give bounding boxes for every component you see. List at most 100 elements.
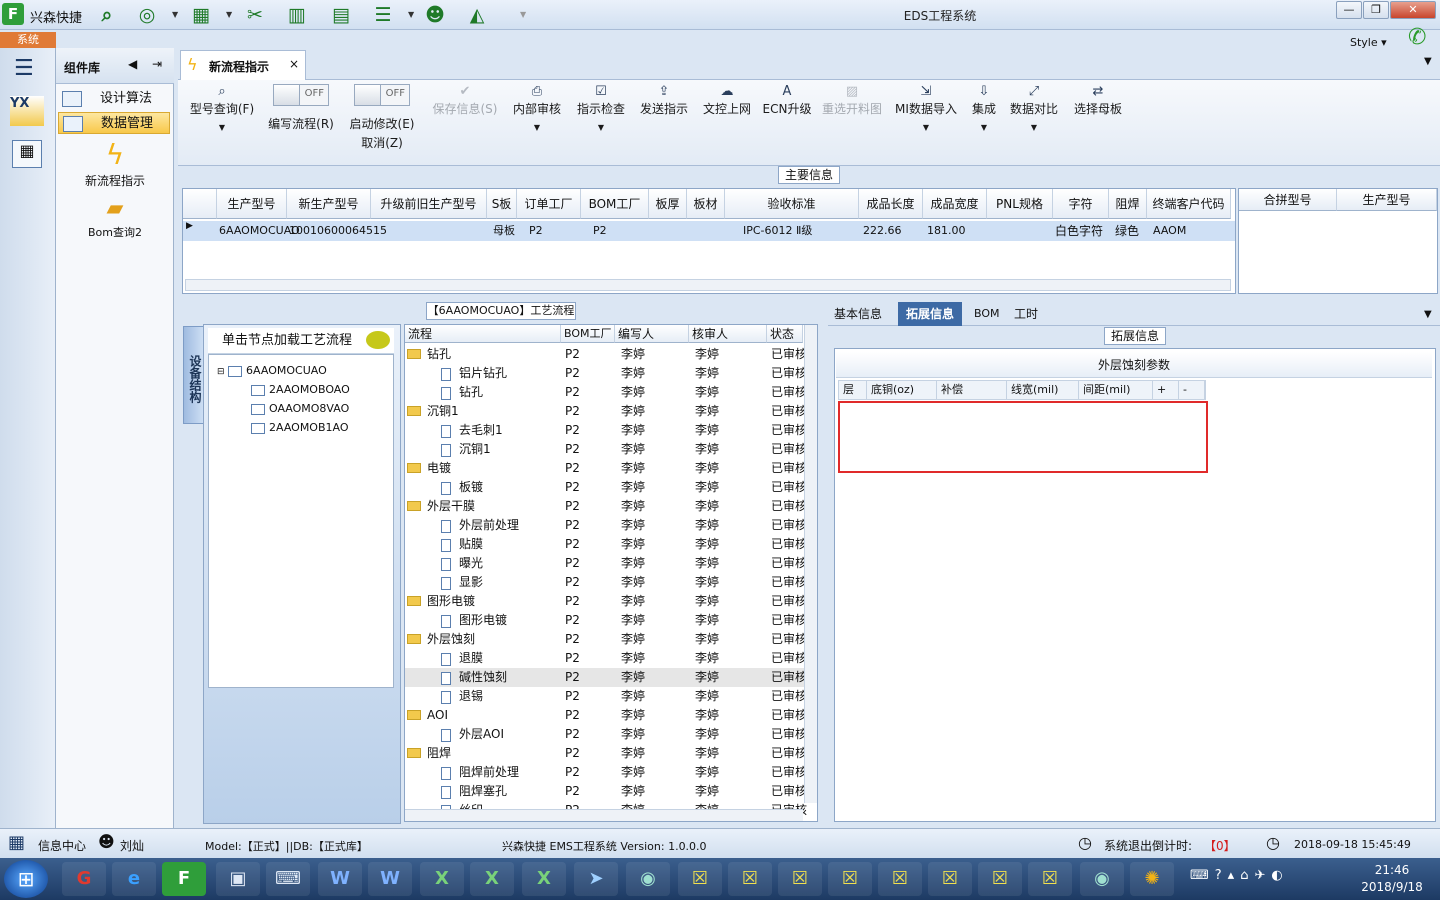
tree-node-root[interactable]: ⊟ 6AAOMOCUAO bbox=[217, 361, 327, 380]
chevron-down-icon[interactable]: ▼ bbox=[408, 10, 414, 19]
mi-import-button[interactable]: ⇲ MI数据导入 ▼ bbox=[892, 84, 960, 132]
cell-customer-code[interactable]: AAOM bbox=[1149, 221, 1186, 241]
bird-app-icon[interactable]: ➤ bbox=[574, 862, 618, 896]
write-flow-toggle[interactable]: OFF 编写流程(R) bbox=[262, 84, 340, 132]
nav-item-data-management[interactable]: 数据管理 bbox=[58, 112, 170, 134]
window-app-icon[interactable]: ☒ bbox=[778, 862, 822, 896]
add-row-button[interactable]: + bbox=[1153, 381, 1179, 399]
column-header[interactable]: 成品长度 bbox=[859, 189, 923, 219]
window-app-icon[interactable]: ☒ bbox=[878, 862, 922, 896]
word-doc-icon[interactable]: W bbox=[318, 862, 362, 896]
table-row[interactable]: 显影 P2 李婷 李婷 已审核 bbox=[405, 573, 807, 592]
column-header[interactable]: S板 bbox=[487, 189, 517, 219]
fish-app-icon[interactable]: ◉ bbox=[626, 862, 670, 896]
cell-s-board[interactable]: 母板 bbox=[489, 221, 515, 241]
cell-width[interactable]: 181.00 bbox=[923, 221, 966, 241]
cell-length[interactable]: 222.66 bbox=[859, 221, 902, 241]
scissors-icon[interactable]: ✂ bbox=[242, 3, 268, 27]
table-row[interactable]: 外层蚀刻 P2 李婷 李婷 已审核 bbox=[405, 630, 807, 649]
write-flow-switch[interactable]: OFF bbox=[273, 84, 329, 106]
keyboard-icon[interactable]: ⌨ bbox=[266, 862, 310, 896]
column-header[interactable]: 合拼型号 bbox=[1239, 189, 1337, 211]
eds-app-icon[interactable]: F bbox=[162, 862, 206, 896]
chevron-down-icon[interactable]: ▼ bbox=[172, 10, 178, 19]
column-header[interactable]: 线宽(mil) bbox=[1007, 381, 1079, 399]
tab-extended-info[interactable]: 拓展信息 bbox=[898, 302, 962, 326]
column-header[interactable]: 字符 bbox=[1053, 189, 1109, 219]
reselect-map-button[interactable]: ▨ 重选开料图 bbox=[818, 84, 886, 117]
start-modify-toggle[interactable]: OFF 启动修改(E) 取消(Z) bbox=[344, 84, 420, 151]
window-app-icon[interactable]: ☒ bbox=[828, 862, 872, 896]
table-row[interactable]: 碱性蚀刻 P2 李婷 李婷 已审核 bbox=[405, 668, 807, 687]
start-modify-switch[interactable]: OFF bbox=[354, 84, 410, 106]
cell-order-factory[interactable]: P2 bbox=[525, 221, 543, 241]
table-row[interactable]: 板镀 P2 李婷 李婷 已审核 bbox=[405, 478, 807, 497]
table-row[interactable]: 图形电镀 P2 李婷 李婷 已审核 bbox=[405, 611, 807, 630]
column-header[interactable]: 升级前旧生产型号 bbox=[371, 189, 487, 219]
tab-basic-info[interactable]: 基本信息 bbox=[834, 302, 882, 326]
remove-row-button[interactable]: - bbox=[1179, 381, 1205, 399]
column-header[interactable]: 板厚 bbox=[649, 189, 687, 219]
taskbar-clock[interactable]: 21:46 2018/9/18 bbox=[1348, 862, 1436, 896]
column-header[interactable]: 层 bbox=[839, 381, 867, 399]
tab-list-dropdown-icon[interactable]: ▼ bbox=[1424, 56, 1432, 67]
guide-check-button[interactable]: ☑ 指示检查 ▼ bbox=[572, 84, 630, 132]
collapse-icon[interactable]: ⊟ bbox=[217, 367, 225, 377]
chevron-down-icon[interactable]: ▼ bbox=[520, 10, 526, 19]
hamburger-menu-icon[interactable]: ☰ bbox=[14, 56, 34, 81]
system-menu[interactable]: 系统 bbox=[0, 32, 56, 48]
model-query-button[interactable]: ⌕ 型号查询(F) ▼ bbox=[184, 84, 260, 132]
column-header[interactable]: 阻焊 bbox=[1109, 189, 1147, 219]
tab-work-hours[interactable]: 工时 bbox=[1014, 302, 1038, 326]
tree-node[interactable]: OAAOMO8VAO bbox=[251, 399, 349, 418]
tab-close-button[interactable]: × bbox=[289, 57, 299, 71]
cell-new-model[interactable]: 10010600064515 bbox=[285, 221, 387, 241]
tree-node[interactable]: 2AAOMOB1AO bbox=[251, 418, 349, 437]
cancel-label[interactable]: 取消(Z) bbox=[344, 134, 420, 151]
excel-icon[interactable]: X bbox=[470, 862, 514, 896]
integrate-button[interactable]: ⇩ 集成 ▼ bbox=[966, 84, 1002, 132]
shell-app-icon[interactable]: ✺ bbox=[1130, 862, 1174, 896]
chevron-down-icon[interactable]: ▼ bbox=[1424, 309, 1432, 320]
table-row[interactable]: 退膜 P2 李婷 李婷 已审核 bbox=[405, 649, 807, 668]
list-icon[interactable]: ☰ bbox=[370, 3, 396, 27]
table-row[interactable]: 去毛刺1 P2 李婷 李婷 已审核 bbox=[405, 421, 807, 440]
column-header[interactable]: 状态 bbox=[767, 325, 803, 343]
info-center-link[interactable]: 信息中心 bbox=[38, 837, 86, 854]
column-header[interactable]: 订单工厂 bbox=[517, 189, 581, 219]
column-header[interactable]: 新生产型号 bbox=[287, 189, 371, 219]
window-app-icon[interactable]: ☒ bbox=[728, 862, 772, 896]
column-header[interactable]: 成品宽度 bbox=[923, 189, 987, 219]
excel-icon[interactable]: X bbox=[522, 862, 566, 896]
table-row[interactable]: 外层前处理 P2 李婷 李婷 已审核 bbox=[405, 516, 807, 535]
column-header[interactable]: 编写人 bbox=[615, 325, 689, 343]
table-row[interactable]: 沉铜1 P2 李婷 李婷 已审核 bbox=[405, 440, 807, 459]
window-app-icon[interactable]: ☒ bbox=[678, 862, 722, 896]
table-row[interactable]: 退锡 P2 李婷 李婷 已审核 bbox=[405, 687, 807, 706]
window-app-icon[interactable]: ☒ bbox=[1028, 862, 1072, 896]
cell-standard[interactable]: IPC-6012 Ⅱ级 bbox=[739, 221, 812, 241]
pin-icon[interactable]: ⇥ bbox=[152, 57, 162, 71]
select-board-button[interactable]: ⇄ 选择母板 bbox=[1070, 84, 1126, 117]
user-icon[interactable]: ☻ bbox=[422, 3, 448, 27]
tab-bom[interactable]: BOM bbox=[974, 302, 1000, 326]
table-row[interactable]: 电镀 P2 李婷 李婷 已审核 bbox=[405, 459, 807, 478]
new-flow-tool[interactable]: ϟ 新流程指示 bbox=[56, 138, 174, 189]
windows-start-icon[interactable]: ⊞ bbox=[4, 860, 48, 898]
save-info-button[interactable]: ✔ 保存信息(S) bbox=[430, 84, 500, 117]
data-compare-button[interactable]: ⤢ 数据对比 ▼ bbox=[1008, 84, 1060, 132]
column-header[interactable]: PNL规格 bbox=[987, 189, 1053, 219]
word-doc-icon[interactable]: W bbox=[368, 862, 412, 896]
factory-icon[interactable]: YX bbox=[10, 96, 44, 126]
chevron-down-icon[interactable]: ▼ bbox=[226, 10, 232, 19]
calculator-icon[interactable]: ▦ bbox=[12, 140, 42, 168]
table-row[interactable]: 曝光 P2 李婷 李婷 已审核 bbox=[405, 554, 807, 573]
restore-button[interactable]: ❐ bbox=[1363, 1, 1389, 19]
globe-icon[interactable]: ◎ bbox=[134, 3, 160, 27]
internal-review-button[interactable]: ⎙ 内部审核 ▼ bbox=[508, 84, 566, 132]
table-row[interactable]: 图形电镀 P2 李婷 李婷 已审核 bbox=[405, 592, 807, 611]
column-header[interactable]: 生产型号 bbox=[217, 189, 287, 219]
table-row[interactable]: AOI P2 李婷 李婷 已审核 bbox=[405, 706, 807, 725]
table-row[interactable]: 阻焊 P2 李婷 李婷 已审核 bbox=[405, 744, 807, 763]
ie-browser-icon[interactable]: e bbox=[112, 862, 156, 896]
